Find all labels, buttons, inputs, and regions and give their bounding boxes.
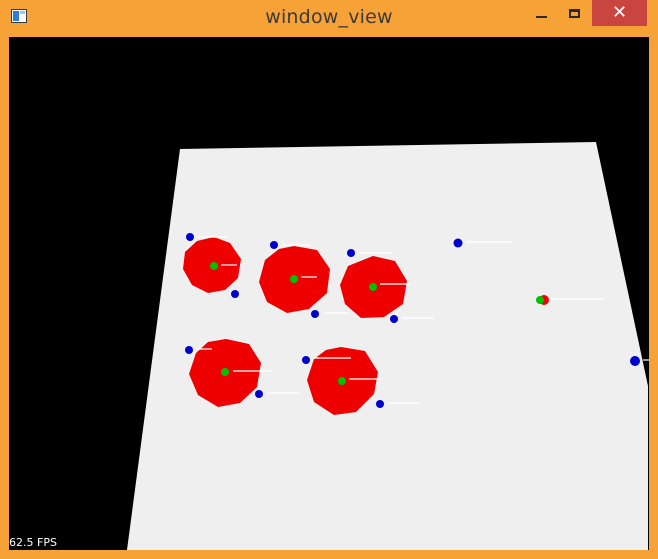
minimize-icon: [535, 16, 547, 18]
item-marker: [376, 400, 384, 408]
robot-marker: [221, 368, 229, 376]
minimize-button[interactable]: [525, 0, 557, 26]
target-marker-green: [536, 296, 544, 304]
item-marker: [311, 310, 319, 318]
robot-marker: [369, 283, 377, 291]
item-marker: [630, 356, 640, 366]
title-bar[interactable]: window_view ✕: [0, 0, 658, 36]
fps-counter: 62.5 FPS: [9, 536, 57, 549]
robot-marker: [210, 262, 218, 270]
close-button[interactable]: ✕: [592, 0, 647, 26]
close-icon: ✕: [611, 2, 628, 23]
item-marker: [255, 390, 263, 398]
scene-canvas: [127, 142, 649, 550]
item-marker: [302, 356, 310, 364]
item-marker: [390, 315, 398, 323]
item-marker: [186, 233, 194, 241]
maximize-button[interactable]: [558, 0, 590, 26]
3d-viewport[interactable]: 62.5 FPS: [9, 37, 649, 550]
app-window: window_view ✕ 62.5 FPS: [0, 0, 658, 559]
item-marker: [270, 241, 278, 249]
item-marker: [231, 290, 239, 298]
item-marker: [453, 238, 463, 248]
item-marker: [347, 249, 355, 257]
item-marker: [185, 346, 193, 354]
robot-marker: [290, 275, 298, 283]
maximize-icon: [568, 8, 580, 18]
robot-marker: [338, 377, 346, 385]
